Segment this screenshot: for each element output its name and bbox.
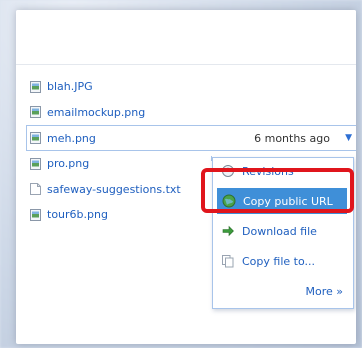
file-name[interactable]: meh.png: [47, 132, 96, 145]
menu-more-link[interactable]: More »: [213, 280, 353, 302]
window-header: [16, 10, 356, 65]
file-name[interactable]: blah.JPG: [47, 80, 93, 93]
menu-item-copy-public-url[interactable]: Copy public URL: [217, 188, 347, 214]
image-file-icon: [30, 157, 41, 170]
menu-item-download-file[interactable]: Download file: [213, 220, 353, 242]
modified-time: 6 months ago: [254, 131, 330, 145]
menu-item-copy-file[interactable]: Copy file to...: [213, 250, 353, 272]
file-row-selected[interactable]: meh.png 6 months ago ▼: [26, 125, 356, 151]
row-menu-dropdown-icon[interactable]: ▼: [345, 133, 352, 143]
file-name[interactable]: safeway-suggestions.txt: [47, 183, 181, 196]
globe-icon: [222, 194, 236, 208]
arrow-right-icon: [221, 224, 235, 238]
menu-item-label: Revisions: [242, 164, 294, 178]
image-file-icon: [30, 132, 41, 144]
copy-icon: [221, 254, 235, 268]
image-file-icon: [30, 80, 41, 93]
menu-item-label: Copy public URL: [243, 194, 333, 208]
file-name[interactable]: emailmockup.png: [47, 106, 145, 119]
menu-item-label: Copy file to...: [242, 254, 315, 268]
text-file-icon: [30, 183, 41, 196]
file-name[interactable]: tour6b.png: [47, 208, 108, 221]
clock-icon: [221, 164, 235, 178]
image-file-icon: [30, 106, 41, 119]
image-file-icon: [30, 208, 41, 221]
menu-item-revisions[interactable]: Revisions: [213, 160, 353, 182]
file-name[interactable]: pro.png: [47, 157, 89, 170]
file-browser-window: blah.JPG emailmockup.png meh.png 6 month…: [16, 10, 356, 344]
file-context-menu: Revisions Copy public URL Download file: [212, 157, 354, 309]
menu-item-label: Download file: [242, 224, 317, 238]
file-row[interactable]: emailmockup.png: [30, 100, 356, 126]
file-row[interactable]: blah.JPG: [30, 74, 356, 100]
menu-more-label[interactable]: More »: [306, 285, 344, 298]
